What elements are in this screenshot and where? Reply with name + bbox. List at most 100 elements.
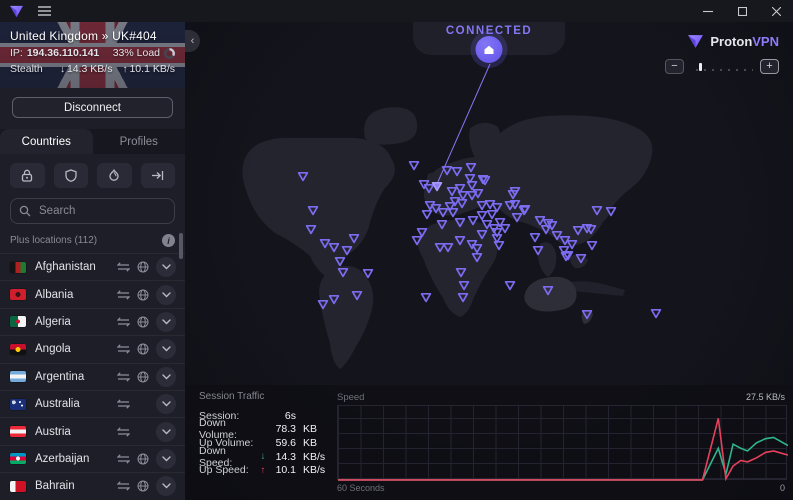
expand-country-button[interactable] <box>156 394 176 414</box>
map-pin[interactable] <box>458 278 470 289</box>
map-pin[interactable] <box>328 292 340 303</box>
expand-country-button[interactable] <box>156 339 176 359</box>
map-pin[interactable] <box>491 200 503 211</box>
chart-max-label: 27.5 KB/s <box>746 392 785 402</box>
search-input[interactable] <box>37 204 166 218</box>
map-pin[interactable] <box>650 306 662 317</box>
map-pin[interactable] <box>334 254 346 265</box>
server-load-ring <box>164 48 175 59</box>
protonvpn-logo-icon <box>687 34 704 49</box>
country-p2p-icon <box>117 372 130 382</box>
session-row-value: 14.3 <box>268 451 296 463</box>
country-row[interactable]: Angola <box>0 335 185 362</box>
minimize-button[interactable] <box>691 0 725 22</box>
map-pin[interactable] <box>348 231 360 242</box>
info-icon[interactable]: i <box>162 234 175 247</box>
zoom-slider-thumb[interactable] <box>699 63 702 71</box>
map-pin[interactable] <box>504 278 516 289</box>
country-row[interactable]: Argentina <box>0 363 185 390</box>
tab-countries[interactable]: Countries <box>0 129 93 154</box>
map-pin[interactable] <box>472 186 484 197</box>
country-row[interactable]: Austria <box>0 417 185 444</box>
map-pin[interactable] <box>454 233 466 244</box>
hamburger-menu-icon[interactable] <box>38 6 51 16</box>
map-pin[interactable] <box>585 222 597 233</box>
map-pin[interactable] <box>411 233 423 244</box>
speed-chart-svg <box>338 406 788 481</box>
map-pin[interactable] <box>575 251 587 262</box>
map-pin[interactable] <box>586 238 598 249</box>
map-pin[interactable] <box>362 266 374 277</box>
secure-core-filter-button[interactable] <box>10 163 45 188</box>
map-pin[interactable] <box>442 240 454 251</box>
map-pin[interactable] <box>605 204 617 215</box>
country-row[interactable]: Algeria <box>0 308 185 335</box>
netshield-filter-button[interactable] <box>54 163 89 188</box>
map-pin[interactable] <box>297 169 309 180</box>
map-pin[interactable] <box>420 290 432 301</box>
country-name: Argentina <box>35 371 117 383</box>
search-box <box>10 198 175 224</box>
proton-logo-icon <box>9 5 24 18</box>
country-row[interactable]: Albania <box>0 280 185 307</box>
map-pin[interactable] <box>457 290 469 301</box>
expand-country-button[interactable] <box>156 257 176 277</box>
country-name: Azerbaijan <box>35 453 117 465</box>
map-pin[interactable] <box>305 222 317 233</box>
country-row[interactable]: Azerbaijan <box>0 445 185 472</box>
map-pin[interactable] <box>328 240 340 251</box>
map-pin[interactable] <box>465 160 477 171</box>
connected-map-pin[interactable] <box>431 179 443 190</box>
p2p-filter-button[interactable] <box>141 163 176 188</box>
tab-profiles[interactable]: Profiles <box>93 129 186 154</box>
expand-country-button[interactable] <box>156 312 176 332</box>
home-icon <box>484 45 495 55</box>
map-pin[interactable] <box>491 231 503 242</box>
disconnect-button[interactable]: Disconnect <box>12 97 173 118</box>
map-pin[interactable] <box>337 265 349 276</box>
country-row[interactable]: Bahrain <box>0 472 185 499</box>
map-pin[interactable] <box>581 307 593 318</box>
zoom-out-button[interactable]: − <box>665 59 684 74</box>
expand-country-button[interactable] <box>156 449 176 469</box>
map-pin[interactable] <box>455 265 467 276</box>
map-pin[interactable] <box>408 158 420 169</box>
expand-country-button[interactable] <box>156 422 176 442</box>
map-pin[interactable] <box>471 250 483 261</box>
chevron-down-icon <box>162 374 171 380</box>
zoom-in-button[interactable]: + <box>760 59 779 74</box>
map-pin[interactable] <box>436 217 448 228</box>
expand-country-button[interactable] <box>156 285 176 305</box>
expand-country-button[interactable] <box>156 476 176 496</box>
zoom-slider[interactable] <box>691 62 753 72</box>
close-button[interactable] <box>759 0 793 22</box>
country-flag <box>10 344 26 355</box>
map-pin[interactable] <box>479 173 491 184</box>
map-pin[interactable] <box>591 203 603 214</box>
map-pin[interactable] <box>341 243 353 254</box>
country-flag <box>10 481 26 492</box>
map-pin[interactable] <box>451 164 463 175</box>
country-row[interactable]: Australia <box>0 390 185 417</box>
map-pin[interactable] <box>511 210 523 221</box>
map-pin[interactable] <box>532 243 544 254</box>
tor-filter-button[interactable] <box>97 163 132 188</box>
map-pin[interactable] <box>454 215 466 226</box>
server-load-text: 33% Load <box>113 47 160 59</box>
session-row-unit: KB/s <box>303 464 331 476</box>
country-row[interactable]: Afghanistan <box>0 253 185 280</box>
speed-chart <box>337 405 787 480</box>
connected-location-button[interactable] <box>476 36 503 63</box>
expand-country-button[interactable] <box>156 367 176 387</box>
map-pin[interactable] <box>509 184 521 195</box>
map-pin[interactable] <box>560 249 572 260</box>
map-pin[interactable] <box>542 283 554 294</box>
world-map[interactable]: ‹ CONNECTED ProtonVPN − + Session Traffi… <box>185 22 793 500</box>
map-pin[interactable] <box>307 203 319 214</box>
ip-value: 194.36.110.141 <box>27 47 99 59</box>
country-name: Albania <box>35 289 117 301</box>
sidebar-scrollbar[interactable] <box>179 233 183 259</box>
map-pin[interactable] <box>351 288 363 299</box>
session-row-unit: KB <box>303 437 331 449</box>
maximize-button[interactable] <box>725 0 759 22</box>
